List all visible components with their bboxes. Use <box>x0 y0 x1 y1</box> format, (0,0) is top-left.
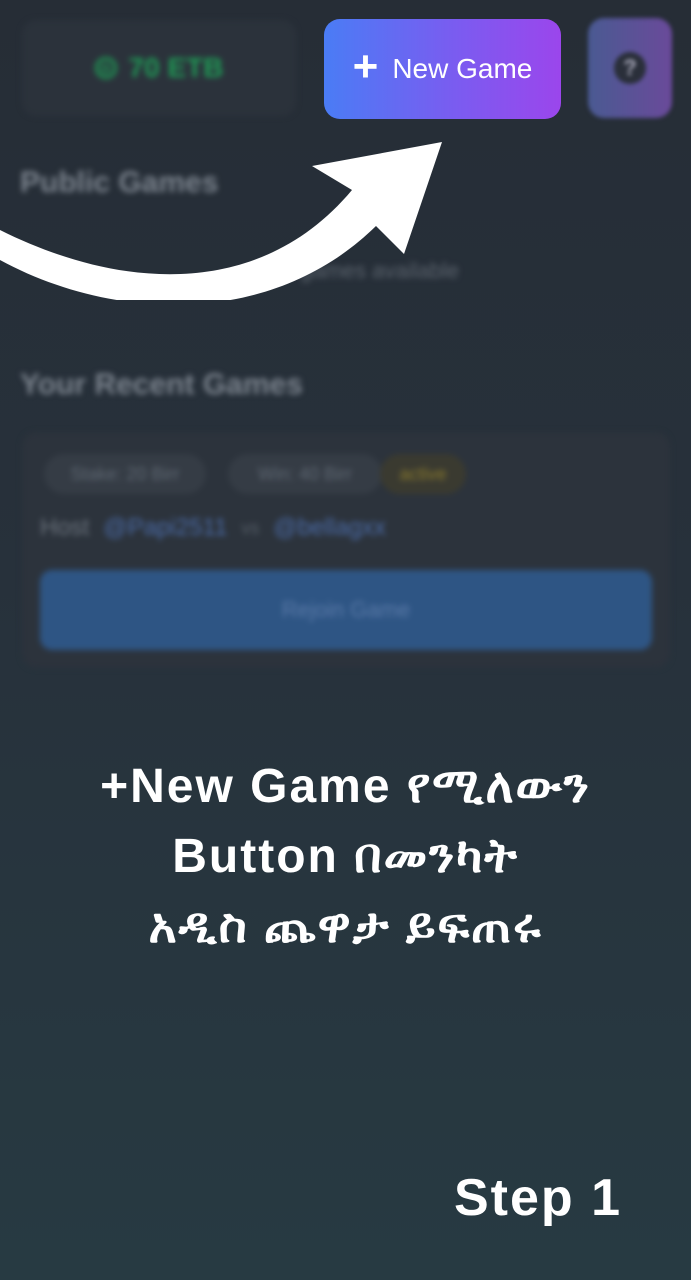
rejoin-game-button[interactable]: Rejoin Game <box>40 570 652 650</box>
host-username[interactable]: @Papi2511 <box>103 514 227 542</box>
win-badge: Win: 40 Birr <box>228 454 382 494</box>
instruction-text: +New Game የሚለውን Button በመንካት አዲስ ጨዋታ ይፍጠ… <box>0 752 691 962</box>
balance-amount: 70 ETB <box>128 52 224 83</box>
vs-label: vs <box>241 517 260 538</box>
instruction-line-1: +New Game የሚለውን <box>100 760 591 813</box>
recent-game-card: Stake: 20 Birr Win: 40 Birr active Host … <box>22 432 670 668</box>
status-badge: active <box>380 454 466 494</box>
stake-badge: Stake: 20 Birr <box>44 454 206 494</box>
question-icon: ? <box>614 52 646 84</box>
plus-icon: + <box>352 42 379 91</box>
new-game-button[interactable]: + New Game <box>324 19 561 119</box>
host-label: Host <box>40 514 90 541</box>
balance-display: ◎ 70 ETB <box>22 20 296 116</box>
recent-games-title: Your Recent Games <box>20 368 303 401</box>
opponent-username[interactable]: @bellagxx <box>273 514 385 542</box>
pointer-arrow-icon <box>0 142 442 300</box>
instruction-line-2: Button በመንካት <box>172 830 519 883</box>
help-button[interactable]: ? <box>588 18 672 118</box>
coin-icon: ◎ <box>94 57 117 79</box>
instruction-line-3: አዲስ ጨዋታ ይፍጠሩ <box>148 900 543 953</box>
host-row: Host @Papi2511 vs @bellagxx <box>40 514 386 542</box>
step-label: Step 1 <box>454 1169 623 1227</box>
new-game-label: New Game <box>392 53 533 84</box>
